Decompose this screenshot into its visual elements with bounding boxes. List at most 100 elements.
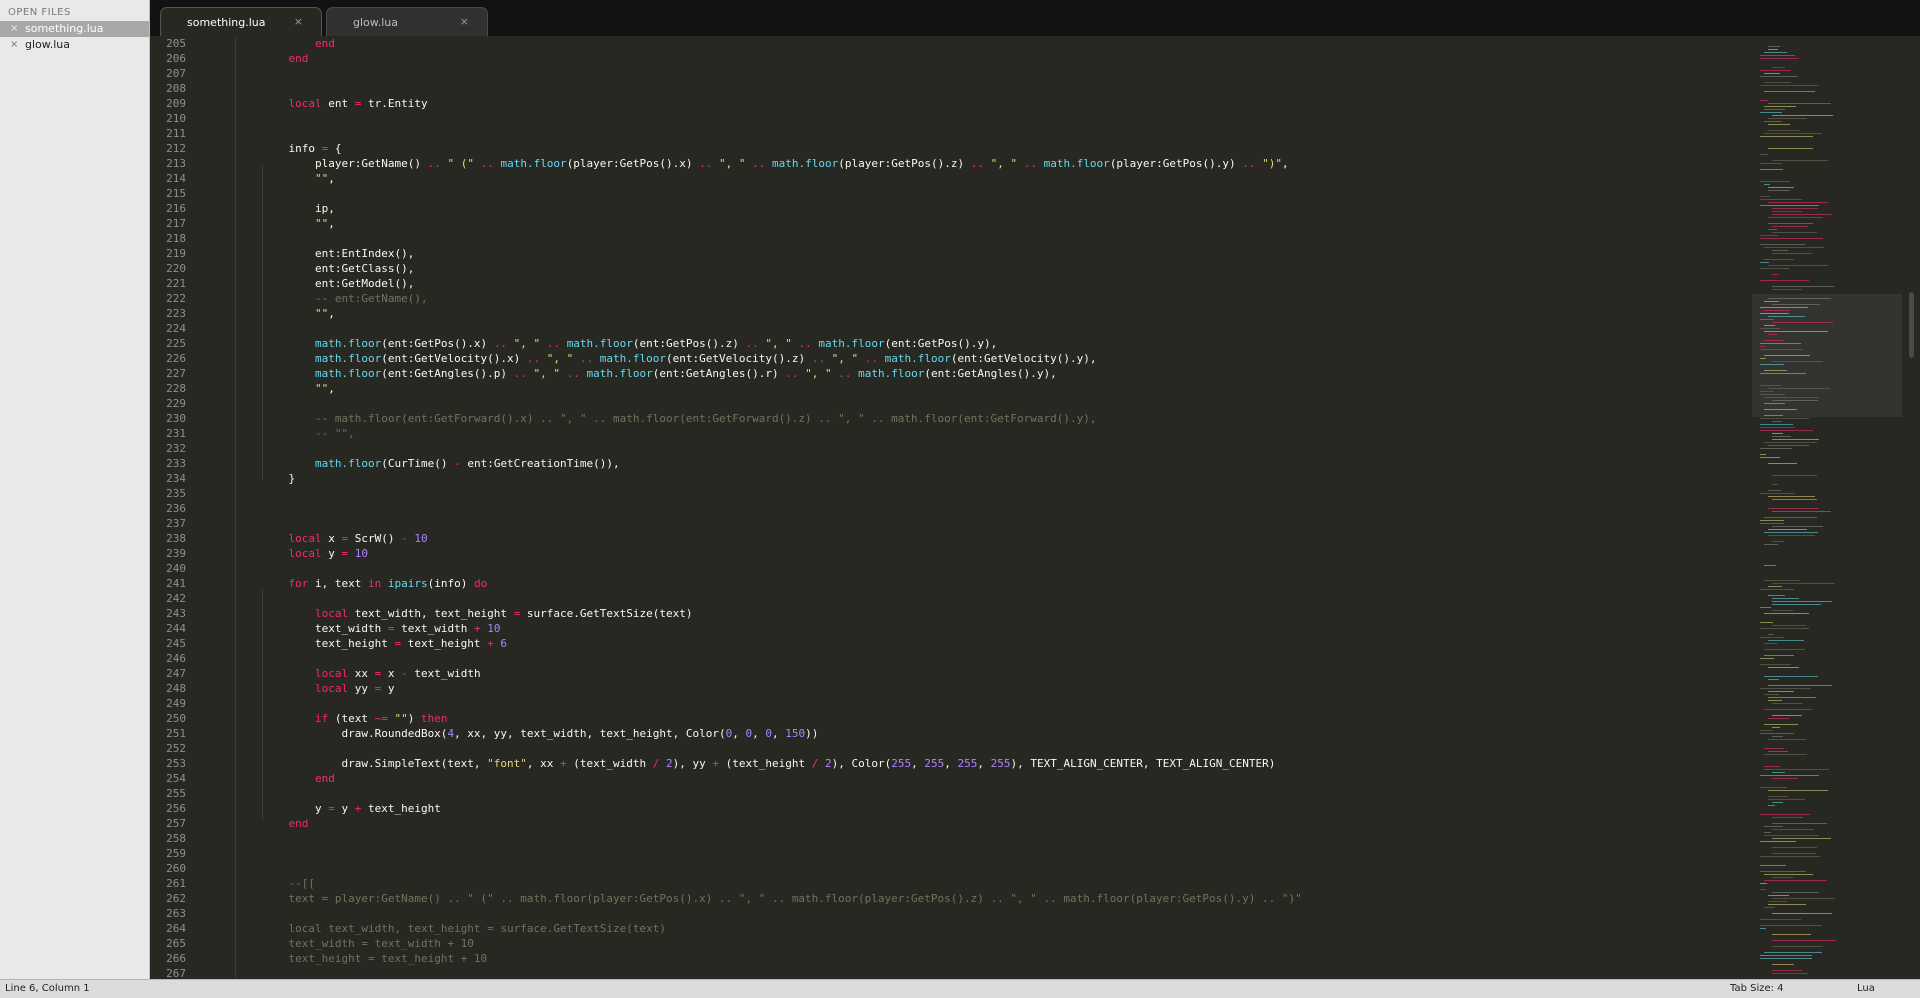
code-line[interactable]: end (262, 51, 1702, 66)
code-token: (text_width (566, 757, 653, 770)
code-line[interactable]: local xx = x - text_width (262, 666, 1702, 681)
code-token: , (732, 727, 746, 740)
minimap-line (1768, 700, 1782, 701)
minimap-line (1760, 181, 1790, 182)
code-line[interactable]: info = { (262, 141, 1702, 156)
code-line[interactable]: "", (262, 171, 1702, 186)
code-line[interactable] (262, 846, 1702, 861)
minimap[interactable] (1752, 36, 1902, 979)
code-editor[interactable]: end end local ent = tr.Entity info = { p… (262, 36, 1702, 979)
minimap-line (1768, 130, 1800, 131)
code-line[interactable]: local yy = y (262, 681, 1702, 696)
code-line[interactable]: ent:EntIndex(), (262, 246, 1702, 261)
code-line[interactable]: local x = ScrW() - 10 (262, 531, 1702, 546)
code-token: then (420, 712, 448, 725)
code-token: local (314, 682, 349, 695)
code-line[interactable] (262, 111, 1702, 126)
minimap-line (1768, 229, 1777, 230)
code-line[interactable] (262, 501, 1702, 516)
code-line[interactable]: end (262, 771, 1702, 786)
vertical-scrollbar[interactable] (1906, 36, 1920, 979)
code-line[interactable]: text_width = text_width + 10 (262, 936, 1702, 951)
code-line[interactable]: player:GetName() .. " (" .. math.floor(p… (262, 156, 1702, 171)
close-icon[interactable]: × (294, 15, 303, 28)
code-line[interactable]: end (262, 816, 1702, 831)
code-line[interactable]: math.floor(ent:GetVelocity().x) .. ", " … (262, 351, 1702, 366)
close-icon[interactable]: × (460, 15, 469, 28)
code-line[interactable] (262, 741, 1702, 756)
code-line[interactable] (262, 966, 1702, 979)
code-line[interactable]: local ent = tr.Entity (262, 96, 1702, 111)
code-line[interactable]: local y = 10 (262, 546, 1702, 561)
code-line[interactable]: "", (262, 306, 1702, 321)
line-number: 241 (166, 577, 186, 590)
line-number: 265 (166, 937, 186, 950)
line-number: 267 (166, 967, 186, 979)
sidebar-file-glow-lua[interactable]: × glow.lua (0, 37, 149, 53)
code-line[interactable]: text_height = text_height + 10 (262, 951, 1702, 966)
code-line[interactable] (262, 396, 1702, 411)
line-number: 223 (166, 307, 186, 320)
code-line[interactable] (262, 591, 1702, 606)
tab-glow-lua[interactable]: glow.lua × (326, 7, 488, 36)
sidebar-file-something-lua[interactable]: × something.lua (0, 21, 149, 37)
code-token: (ent:GetPos().z) (632, 337, 746, 350)
code-line[interactable]: y = y + text_height (262, 801, 1702, 816)
code-line[interactable] (262, 861, 1702, 876)
code-line[interactable]: -- math.floor(ent:GetForward().x) .. ", … (262, 411, 1702, 426)
code-line[interactable]: -- "", (262, 426, 1702, 441)
code-line[interactable] (262, 441, 1702, 456)
code-line[interactable]: --[[ (262, 876, 1702, 891)
code-line[interactable] (262, 516, 1702, 531)
code-line[interactable] (262, 66, 1702, 81)
code-line[interactable]: math.floor(CurTime() - ent:GetCreationTi… (262, 456, 1702, 471)
code-line[interactable] (262, 831, 1702, 846)
code-line[interactable]: ip, (262, 201, 1702, 216)
code-line[interactable] (262, 906, 1702, 921)
code-line[interactable] (262, 561, 1702, 576)
code-line[interactable]: text_height = text_height + 6 (262, 636, 1702, 651)
code-line[interactable]: text_width = text_width + 10 (262, 621, 1702, 636)
tab-something-lua[interactable]: something.lua × (160, 7, 322, 36)
close-icon[interactable]: × (10, 37, 18, 53)
code-line[interactable]: -- ent:GetName(), (262, 291, 1702, 306)
tab-size-indicator[interactable]: Tab Size: 4 (1730, 983, 1784, 994)
code-line[interactable] (262, 696, 1702, 711)
code-line[interactable]: local text_width, text_height = surface.… (262, 921, 1702, 936)
close-icon[interactable]: × (10, 21, 18, 37)
code-token: if (314, 712, 329, 725)
code-line[interactable]: math.floor(ent:GetPos().x) .. ", " .. ma… (262, 336, 1702, 351)
code-line[interactable]: "", (262, 381, 1702, 396)
code-line[interactable] (262, 126, 1702, 141)
code-line[interactable]: ent:GetClass(), (262, 261, 1702, 276)
minimap-line (1764, 565, 1776, 566)
code-line[interactable] (262, 231, 1702, 246)
scrollbar-thumb[interactable] (1909, 292, 1914, 358)
minimap-line (1764, 331, 1828, 332)
code-line[interactable]: for i, text in ipairs(info) do (262, 576, 1702, 591)
minimap-line (1772, 541, 1784, 542)
code-line[interactable]: math.floor(ent:GetAngles().p) .. ", " ..… (262, 366, 1702, 381)
code-line[interactable]: } (262, 471, 1702, 486)
code-line[interactable]: end (262, 36, 1702, 51)
minimap-line (1760, 76, 1798, 77)
code-token: math.floor (314, 337, 382, 350)
line-number: 228 (166, 382, 186, 395)
code-line[interactable] (262, 651, 1702, 666)
code-line[interactable] (262, 321, 1702, 336)
code-line[interactable]: ent:GetModel(), (262, 276, 1702, 291)
code-line[interactable]: draw.RoundedBox(4, xx, yy, text_width, t… (262, 726, 1702, 741)
code-line[interactable] (262, 786, 1702, 801)
code-line[interactable]: "", (262, 216, 1702, 231)
syntax-indicator[interactable]: Lua (1857, 983, 1875, 994)
code-line[interactable] (262, 486, 1702, 501)
code-line[interactable]: if (text ~= "") then (262, 711, 1702, 726)
code-line[interactable]: local text_width, text_height = surface.… (262, 606, 1702, 621)
minimap-line (1772, 823, 1827, 824)
code-line[interactable]: draw.SimpleText(text, "font", xx + (text… (262, 756, 1702, 771)
code-line[interactable]: text = player:GetName() .. " (" .. math.… (262, 891, 1702, 906)
minimap-line (1760, 457, 1780, 458)
code-line[interactable] (262, 81, 1702, 96)
code-token: math.floor (1043, 157, 1110, 170)
code-line[interactable] (262, 186, 1702, 201)
